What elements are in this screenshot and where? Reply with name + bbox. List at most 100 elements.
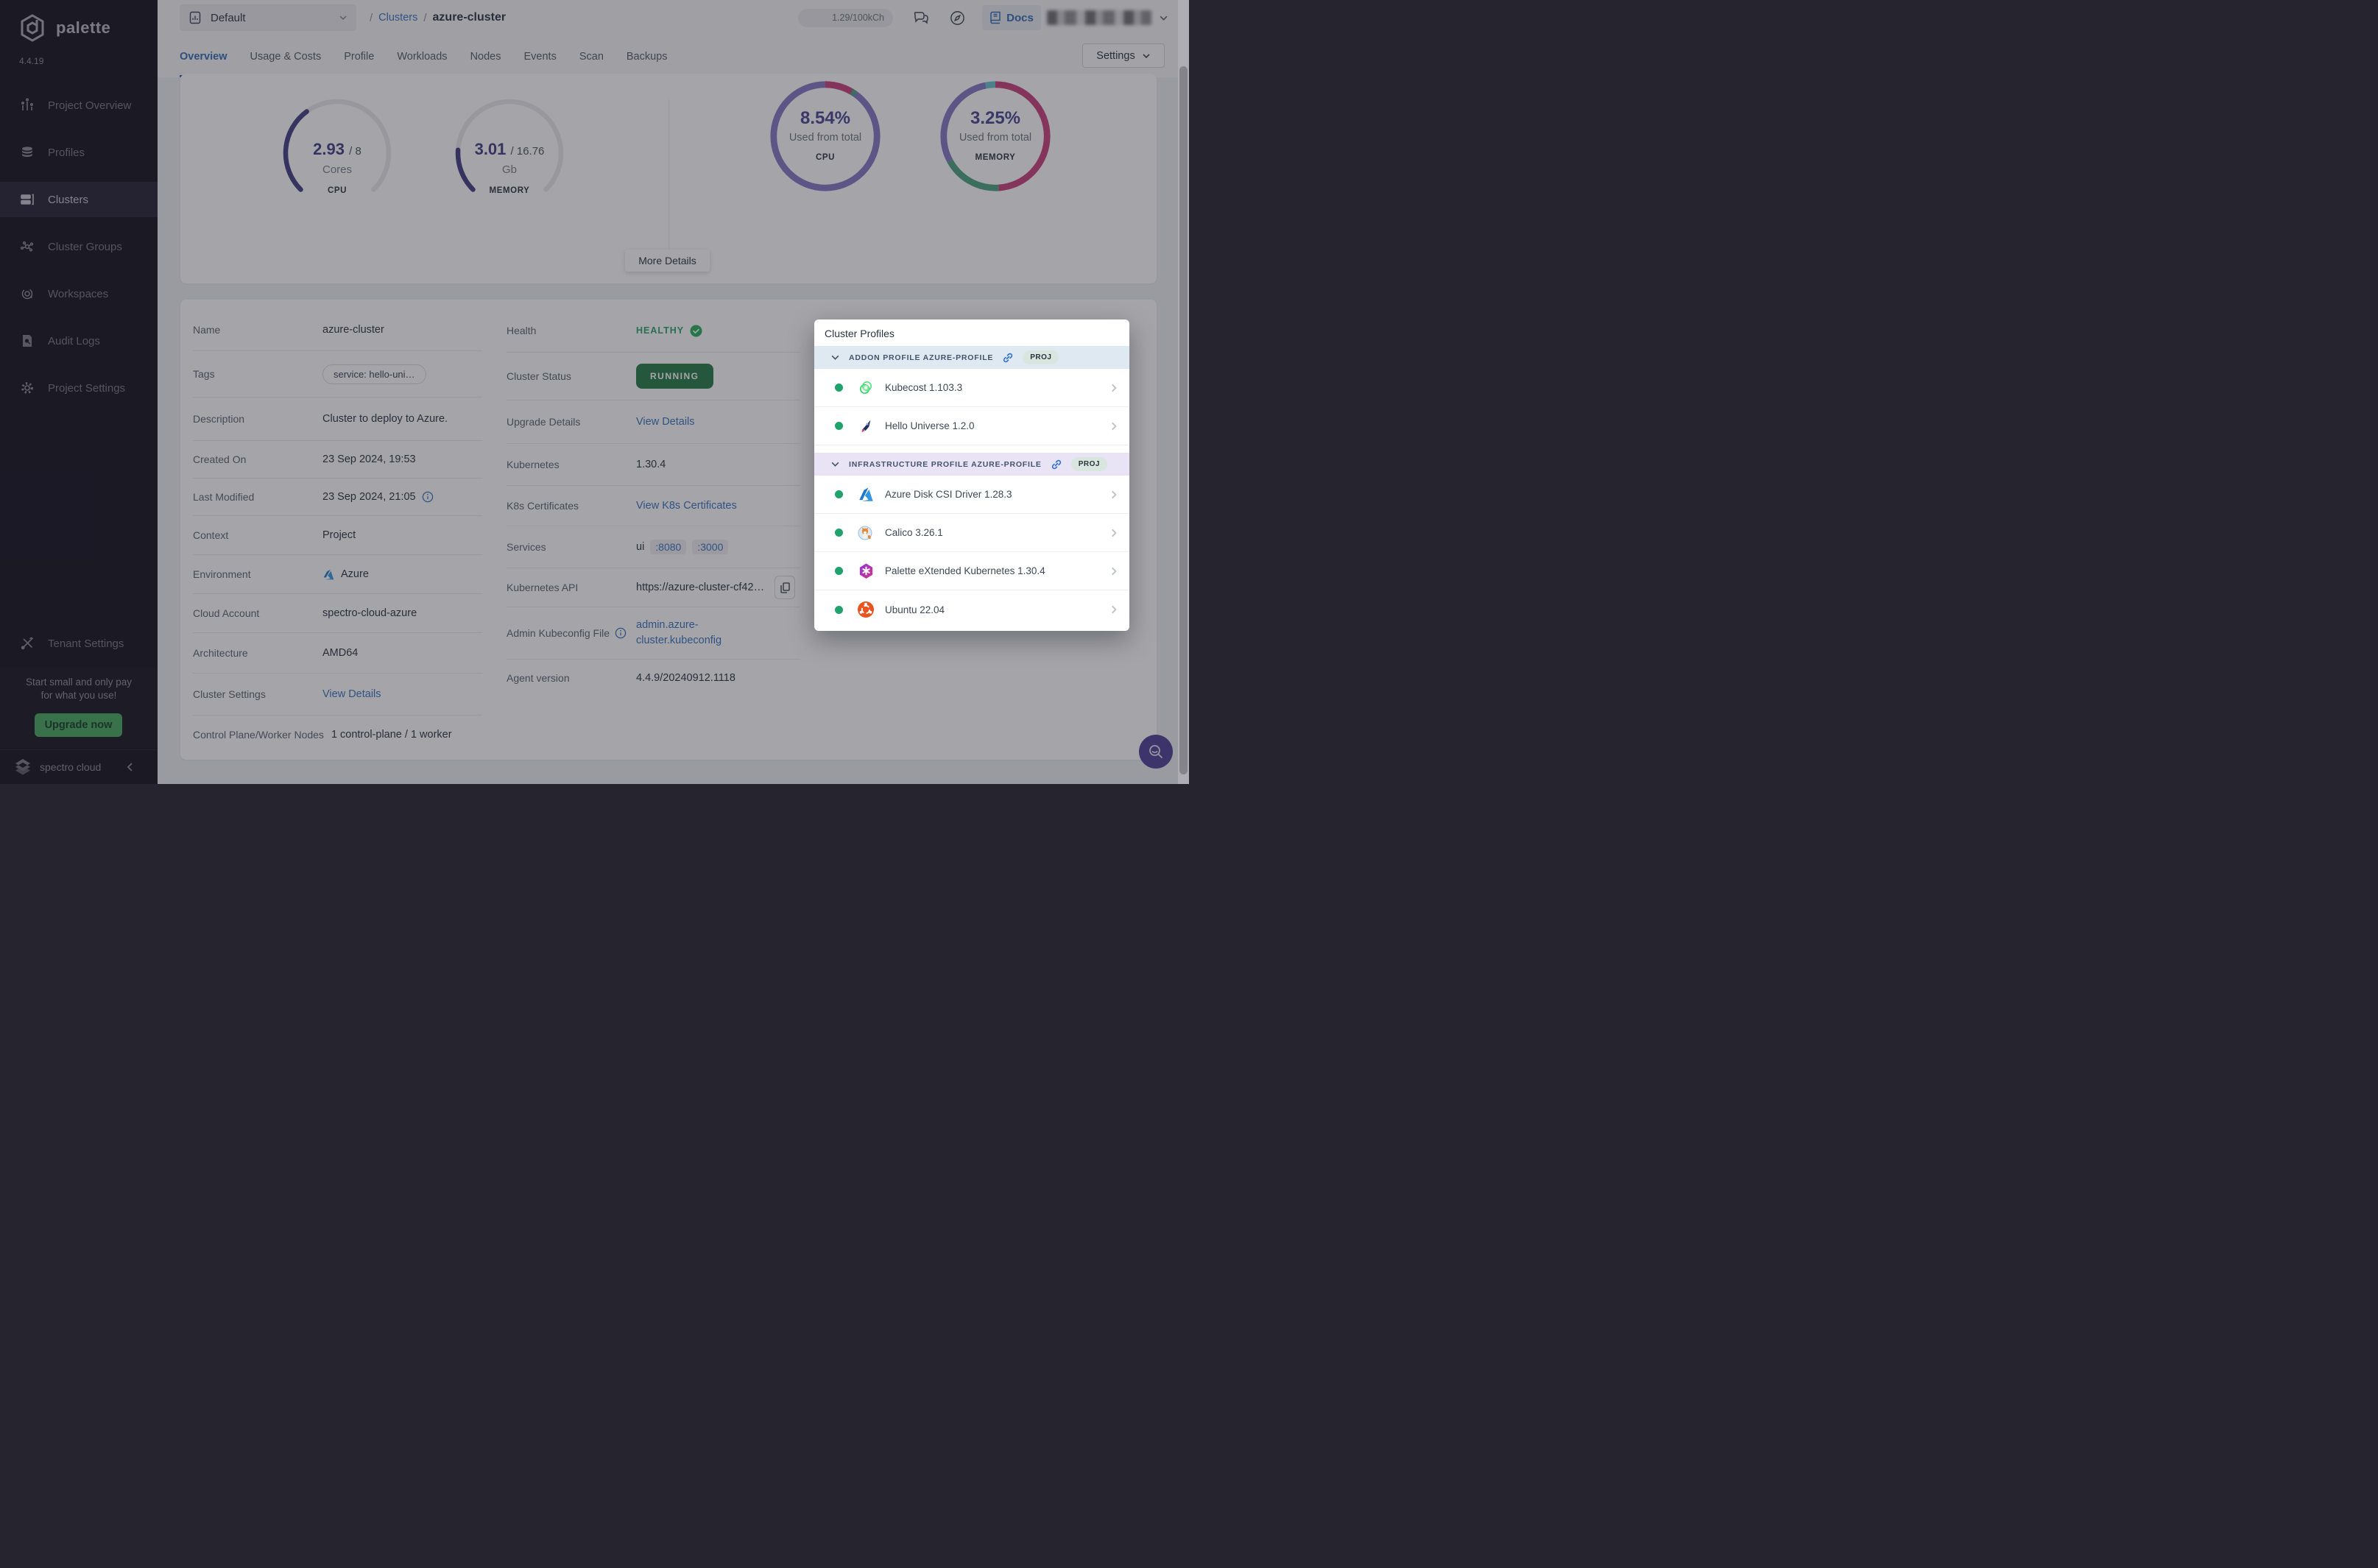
memory-donut-value: 3.25% [938, 108, 1053, 129]
link-icon[interactable] [1051, 459, 1062, 470]
sidebar-item-project-overview[interactable]: Project Overview [0, 88, 158, 123]
sidebar-menu: Project Overview Profiles Clusters [0, 88, 158, 417]
detail-row-services: Services ui :8080 :3000 [507, 526, 800, 568]
more-details-button[interactable]: More Details [625, 250, 710, 272]
chevron-right-icon [1109, 604, 1119, 615]
popup-title: Cluster Profiles [814, 319, 1129, 346]
status-dot-green [835, 529, 843, 537]
link-icon[interactable] [1002, 352, 1014, 364]
upgrade-now-button[interactable]: Upgrade now [35, 713, 122, 737]
sidebar-item-label: Audit Logs [48, 335, 100, 347]
layers-icon [20, 145, 35, 160]
memory-used-value: 3.01 [475, 140, 507, 158]
tab-events[interactable]: Events [523, 35, 556, 77]
docs-button[interactable]: Docs [982, 5, 1041, 30]
sidebar-item-label: Clusters [48, 194, 88, 206]
metrics-divider [668, 99, 669, 255]
tools-icon [20, 636, 35, 651]
sidebar-item-cluster-groups[interactable]: Cluster Groups [0, 229, 158, 264]
service-name: ui [636, 541, 644, 553]
promo-line1: Start small and only pay [0, 676, 158, 689]
profile-item-palette-extended-kubernetes[interactable]: Palette eXtended Kubernetes 1.30.4 [814, 552, 1129, 590]
tab-overview[interactable]: Overview [180, 35, 227, 77]
network-icon [20, 239, 35, 254]
memory-donut-caption: Used from total [938, 132, 1053, 144]
chevron-down-icon [830, 353, 840, 362]
detail-row-cloud-account: Cloud Account spectro-cloud-azure [193, 594, 482, 633]
settings-button[interactable]: Settings [1082, 43, 1165, 68]
detail-row-cluster-settings: Cluster Settings View Details [193, 674, 482, 716]
detail-row-description: Description Cluster to deploy to Azure. [193, 398, 482, 441]
usage-badge: 1.29/100kCh [798, 9, 893, 27]
kubeconfig-download-link[interactable]: admin.azure-cluster.kubeconfig [636, 618, 748, 649]
profile-item-azure-disk-csi[interactable]: Azure Disk CSI Driver 1.28.3 [814, 476, 1129, 514]
profile-item-ubuntu[interactable]: Ubuntu 22.04 [814, 590, 1129, 629]
sidebar-item-label: Project Overview [48, 99, 131, 112]
tab-nodes[interactable]: Nodes [470, 35, 501, 77]
scrollbar-thumb[interactable] [1179, 66, 1188, 774]
chat-icon[interactable] [912, 9, 930, 27]
tab-usage-costs[interactable]: Usage & Costs [250, 35, 322, 77]
sidebar-item-audit-logs[interactable]: Audit Logs [0, 323, 158, 359]
project-selector[interactable]: Default [180, 4, 356, 31]
palette-logo-icon [18, 13, 47, 43]
footer-brand-text: spectro cloud [40, 761, 101, 773]
collapse-sidebar-icon[interactable] [125, 762, 135, 772]
detail-row-kubernetes-api: Kubernetes API https://azure-cluster-cf4… [507, 568, 800, 607]
profile-item-hello-universe[interactable]: Hello Universe 1.2.0 [814, 407, 1129, 445]
detail-row-name: Name azure-cluster [193, 309, 482, 351]
service-port-3000-link[interactable]: :3000 [692, 540, 728, 554]
copy-button[interactable] [775, 576, 795, 599]
tab-workloads[interactable]: Workloads [397, 35, 447, 77]
breadcrumb-clusters-link[interactable]: Clusters [378, 12, 417, 24]
sidebar-item-workspaces[interactable]: Workspaces [0, 276, 158, 311]
detail-row-upgrade-details: Upgrade Details View Details [507, 400, 800, 444]
sidebar-item-profiles[interactable]: Profiles [0, 135, 158, 170]
sidebar-item-tenant-settings[interactable]: Tenant Settings [0, 626, 158, 661]
infrastructure-profile-section-header[interactable]: INFRASTRUCTURE PROFILE AZURE-PROFILE PRO… [814, 453, 1129, 476]
cpu-donut: 8.54% Used from total CPU [768, 79, 883, 194]
user-menu-redacted[interactable] [1047, 10, 1151, 25]
info-icon[interactable] [615, 627, 627, 639]
tab-profile[interactable]: Profile [344, 35, 374, 77]
profile-item-kubecost[interactable]: Kubecost 1.103.3 [814, 369, 1129, 407]
cluster-settings-view-details-link[interactable]: View Details [322, 688, 381, 700]
detail-row-context: Context Project [193, 516, 482, 555]
calico-logo [857, 524, 875, 542]
status-dot-green [835, 384, 843, 392]
scrollbar-track[interactable] [1178, 0, 1189, 784]
tab-scan[interactable]: Scan [579, 35, 604, 77]
chevron-right-icon [1109, 528, 1119, 538]
metrics-card: 2.93 / 8 Cores CPU 3.01 / 16.76 Gb MEMOR… [180, 74, 1157, 283]
brand: palette [18, 13, 110, 43]
detail-row-nodes: Control Plane/Worker Nodes 1 control-pla… [193, 716, 482, 754]
cpu-donut-value: 8.54% [768, 108, 883, 129]
detail-row-agent-version: Agent version 4.4.9/20240912.1118 [507, 660, 800, 696]
orbit-icon [20, 286, 35, 301]
help-search-fab[interactable] [1139, 735, 1173, 769]
app-window: palette 4.4.19 Project Overview Profiles [0, 0, 1189, 784]
view-k8s-certificates-link[interactable]: View K8s Certificates [636, 500, 737, 512]
memory-gauge: 3.01 / 16.76 Gb MEMORY [451, 94, 568, 205]
cluster-status-badge: RUNNING [636, 364, 713, 389]
chevron-right-icon [1109, 566, 1119, 576]
proj-scope-badge: PROJ [1023, 350, 1059, 364]
kubernetes-api-url: https://azure-cluster-cf42… [636, 582, 764, 593]
breadcrumb: / Clusters / azure-cluster [370, 0, 506, 35]
addon-profile-section-header[interactable]: ADDON PROFILE AZURE-PROFILE PROJ [814, 346, 1129, 369]
status-dot-green [835, 490, 843, 498]
project-selector-value: Default [211, 12, 330, 24]
tab-backups[interactable]: Backups [627, 35, 668, 77]
info-icon[interactable] [422, 491, 434, 503]
check-circle-icon [690, 325, 702, 337]
chevron-down-icon[interactable] [1159, 13, 1168, 23]
compass-icon[interactable] [949, 10, 966, 27]
profile-item-calico[interactable]: Calico 3.26.1 [814, 514, 1129, 552]
status-dot-green [835, 606, 843, 614]
sidebar-item-project-settings[interactable]: Project Settings [0, 370, 158, 406]
service-port-8080-link[interactable]: :8080 [650, 540, 686, 554]
sidebar-item-clusters[interactable]: Clusters [0, 182, 158, 217]
upgrade-view-details-link[interactable]: View Details [636, 416, 695, 428]
gear-icon [20, 381, 35, 395]
detail-row-kubernetes: Kubernetes 1.30.4 [507, 444, 800, 486]
